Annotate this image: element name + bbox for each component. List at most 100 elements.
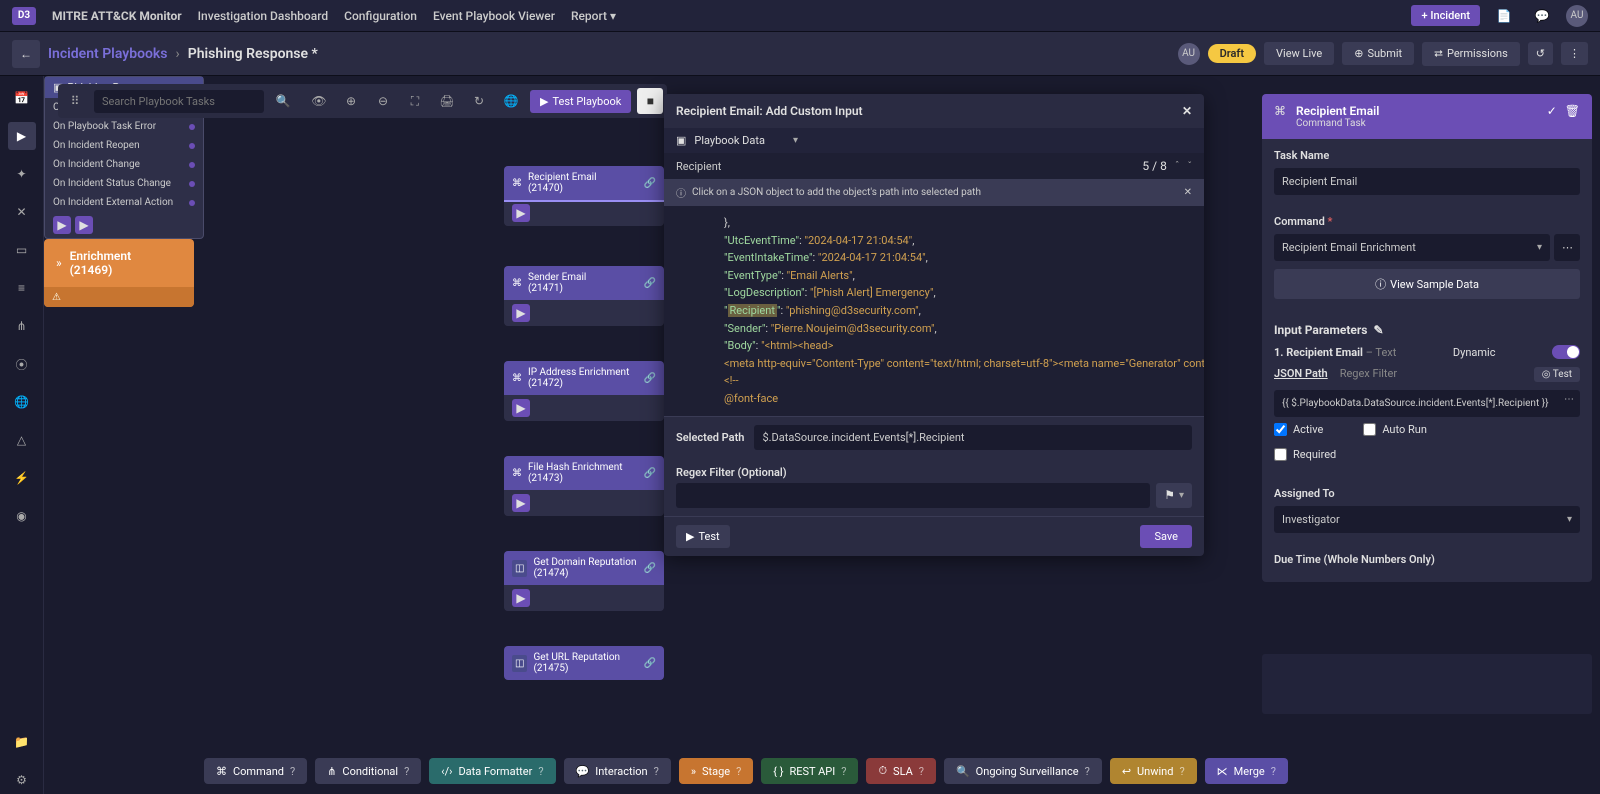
eye-icon[interactable]: 👁 [306, 88, 332, 114]
palette-unwind[interactable]: ↩Unwind? [1110, 758, 1197, 784]
palette-rest-api[interactable]: { }REST API? [761, 758, 858, 784]
run-icon[interactable]: ▶ [512, 399, 530, 417]
trigger-item[interactable]: On Incident Reopen [45, 136, 203, 155]
zoom-out-icon[interactable]: ⊖ [370, 88, 396, 114]
alert-icon[interactable]: △ [8, 426, 36, 454]
palette-conditional[interactable]: ⋔Conditional? [315, 758, 421, 784]
active-checkbox[interactable]: Active [1274, 423, 1323, 436]
assigned-to-select[interactable]: Investigator▾ [1274, 506, 1580, 533]
close-icon[interactable]: ✕ [1182, 104, 1192, 118]
nav-configuration[interactable]: Configuration [344, 9, 417, 23]
refresh-icon[interactable]: ↻ [466, 88, 492, 114]
playbook-canvas[interactable]: ⠿ 🔍 👁 ⊕ ⊖ ⛶ 🖨 ↻ 🌐 ▶Test Playbook ■ ▣Phis… [44, 76, 1600, 794]
zoom-in-icon[interactable]: ⊕ [338, 88, 364, 114]
test-playbook-button[interactable]: ▶Test Playbook [530, 90, 631, 113]
task-node-file-hash[interactable]: ⌘File Hash Enrichment (21473)🔗 ▶ [504, 456, 664, 516]
edit-icon[interactable]: ✎ [1373, 323, 1383, 337]
enrichment-stage-node[interactable]: »Enrichment(21469) ⚠ [44, 239, 194, 307]
fingerprint-icon[interactable]: ◉ [8, 502, 36, 530]
autorun-checkbox[interactable]: Auto Run [1363, 423, 1427, 436]
date-icon[interactable]: ▭ [8, 236, 36, 264]
save-button[interactable]: Save [1140, 525, 1192, 548]
nav-event-playbook[interactable]: Event Playbook Viewer [433, 9, 555, 23]
trigger-item[interactable]: On Playbook Task Error [45, 117, 203, 136]
run-icon[interactable]: ▶ [75, 216, 93, 234]
task-node-sender-email[interactable]: ⌘Sender Email(21471)🔗 ▶ [504, 266, 664, 326]
test-button[interactable]: ▶Test [676, 525, 730, 548]
submit-button[interactable]: ⊕Submit [1342, 42, 1414, 65]
link-icon[interactable]: 🔗 [644, 563, 656, 574]
trigger-item[interactable]: On Incident External Action [45, 193, 203, 212]
palette-surveillance[interactable]: 🔍Ongoing Surveillance? [944, 758, 1102, 784]
bolt-icon[interactable]: ⚡ [8, 464, 36, 492]
print-icon[interactable]: 🖨 [434, 88, 460, 114]
share-icon[interactable]: ⋔ [8, 312, 36, 340]
palette-stage[interactable]: »Stage? [679, 758, 753, 784]
task-node-ip-enrichment[interactable]: ⌘IP Address Enrichment (21472)🔗 ▶ [504, 361, 664, 421]
delete-icon[interactable]: 🗑 [1565, 104, 1580, 118]
link-icon[interactable]: 🔗 [644, 278, 656, 289]
palette-merge[interactable]: ⋉Merge? [1205, 758, 1288, 784]
create-incident-button[interactable]: + Incident [1411, 5, 1480, 26]
task-node-recipient-email[interactable]: ⌘Recipient Email(21470)🔗 ▶ [504, 166, 664, 226]
link-icon[interactable]: 🔗 [644, 373, 656, 384]
more-menu-button[interactable]: ⋮ [1561, 42, 1588, 65]
run-icon[interactable]: ▶ [512, 204, 530, 222]
globe-icon[interactable]: 🌐 [8, 388, 36, 416]
nav-mitre[interactable]: MITRE ATT&CK Monitor [52, 9, 182, 23]
command-more-icon[interactable]: ⋯ [1554, 234, 1580, 261]
json-path-value[interactable]: {{ $.PlaybookData.DataSource.incident.Ev… [1274, 390, 1580, 417]
palette-sla[interactable]: ⏱SLA? [866, 758, 936, 784]
playbook-icon[interactable]: ▶ [8, 122, 36, 150]
tools-icon[interactable]: ✕ [8, 198, 36, 226]
search-next-icon[interactable]: ˇ [1188, 161, 1192, 172]
broadcast-icon[interactable]: ⦿ [8, 350, 36, 378]
json-path-tab[interactable]: JSON Path [1274, 367, 1328, 382]
puzzle-icon[interactable]: ✦ [8, 160, 36, 188]
world-icon[interactable]: 🌐 [498, 88, 524, 114]
dynamic-toggle[interactable] [1552, 345, 1580, 359]
nav-report[interactable]: Report ▾ [571, 9, 616, 23]
required-checkbox[interactable]: Required [1274, 448, 1336, 461]
task-name-input[interactable] [1274, 168, 1580, 195]
run-icon[interactable]: ▶ [512, 304, 530, 322]
selected-path-input[interactable] [754, 425, 1192, 450]
back-button[interactable]: ← [12, 40, 40, 68]
link-icon[interactable]: 🔗 [644, 658, 656, 669]
search-prev-icon[interactable]: ˆ [1175, 161, 1180, 172]
user-avatar[interactable]: AU [1566, 5, 1588, 27]
chat-icon[interactable]: 💬 [1528, 2, 1556, 30]
fit-icon[interactable]: ⛶ [402, 88, 428, 114]
dismiss-hint-icon[interactable]: ✕ [1184, 187, 1192, 198]
data-source-select[interactable]: ▣Playbook Data▾ [664, 128, 1204, 153]
calendar-icon[interactable]: 📅 [8, 84, 36, 112]
palette-command[interactable]: ⌘Command? [204, 758, 307, 784]
nav-investigation[interactable]: Investigation Dashboard [198, 9, 328, 23]
regex-flag-dropdown[interactable]: ⚑▾ [1156, 483, 1192, 508]
confirm-icon[interactable]: ✓ [1547, 104, 1557, 118]
regex-filter-tab[interactable]: Regex Filter [1340, 367, 1397, 382]
stop-icon[interactable]: ■ [637, 88, 663, 114]
link-icon[interactable]: 🔗 [644, 178, 656, 189]
run-icon[interactable]: ▶ [512, 494, 530, 512]
breadcrumb-parent[interactable]: Incident Playbooks [48, 46, 168, 62]
trigger-item[interactable]: On Incident Status Change [45, 174, 203, 193]
run-icon[interactable]: ▶ [512, 589, 530, 607]
run-icon[interactable]: ▶ [53, 216, 71, 234]
owner-avatar[interactable]: AU [1178, 43, 1200, 65]
search-icon[interactable]: 🔍 [270, 88, 296, 114]
expand-icon[interactable]: ⋯ [1564, 394, 1574, 405]
link-icon[interactable]: 🔗 [644, 468, 656, 479]
folder-icon[interactable]: 📁 [8, 728, 36, 756]
task-node-url-reputation[interactable]: ◫Get URL Reputation(21475)🔗 [504, 646, 664, 680]
file-icon[interactable]: 📄 [1490, 2, 1518, 30]
permissions-button[interactable]: ⮂Permissions [1422, 42, 1520, 66]
settings-icon[interactable]: ⚙ [8, 766, 36, 794]
view-sample-data-button[interactable]: ⓘView Sample Data [1274, 269, 1580, 299]
minimap[interactable] [1262, 654, 1592, 714]
test-chip[interactable]: ◎ Test [1534, 367, 1580, 382]
trigger-item[interactable]: On Incident Change [45, 155, 203, 174]
database-icon[interactable]: ≡ [8, 274, 36, 302]
task-node-domain-reputation[interactable]: ◫Get Domain Reputation (21474)🔗 ▶ [504, 551, 664, 611]
json-viewer[interactable]: }, "UtcEventTime": "2024-04-17 21:04:54"… [664, 206, 1204, 416]
